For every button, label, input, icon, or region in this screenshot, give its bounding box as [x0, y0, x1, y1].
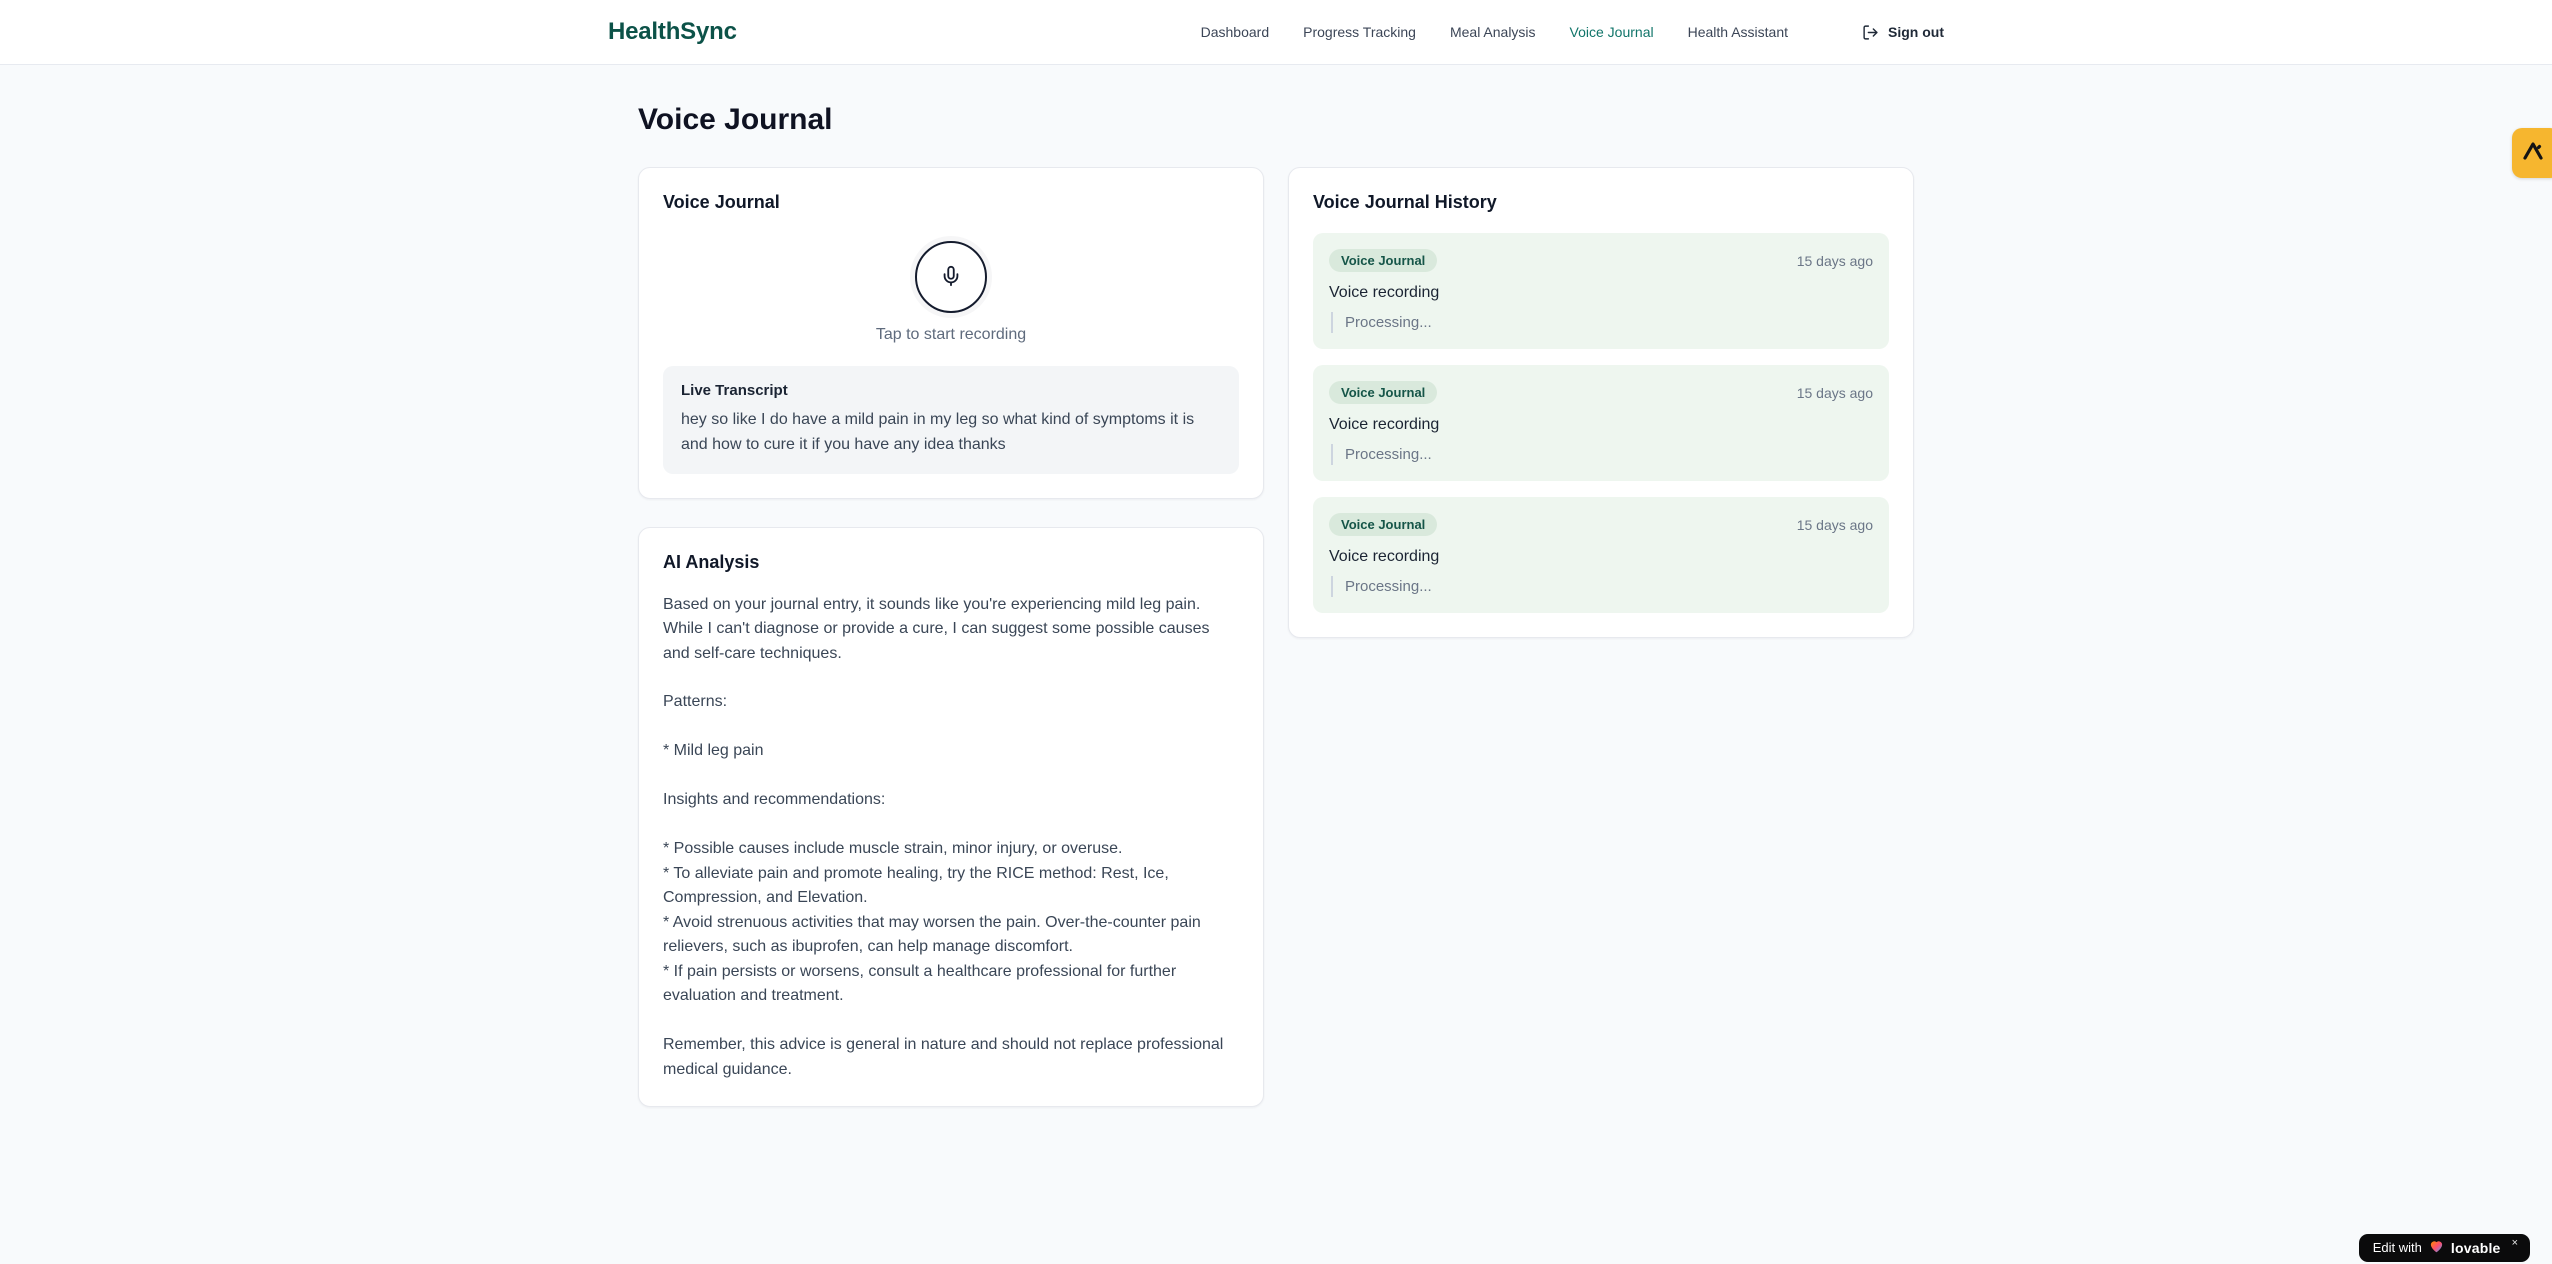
main-content: Voice Journal Voice Journal Tap to start…	[638, 65, 1914, 1107]
nav-item-meal-analysis[interactable]: Meal Analysis	[1450, 24, 1536, 40]
page-title: Voice Journal	[638, 103, 833, 136]
microphone-icon	[940, 265, 962, 290]
history-card-title: Voice Journal History	[1313, 192, 1497, 212]
record-button[interactable]	[915, 241, 987, 313]
main-nav: Dashboard Progress Tracking Meal Analysi…	[1201, 24, 1944, 41]
right-column: Voice Journal History Voice Journal 15 d…	[1288, 167, 1914, 638]
recorder-card-title: Voice Journal	[663, 192, 780, 212]
lovable-heart-icon	[2429, 1239, 2444, 1256]
live-transcript-text: hey so like I do have a mild pain in my …	[681, 411, 1195, 453]
entry-status: Processing...	[1331, 312, 1873, 333]
ai-analysis-body: Based on your journal entry, it sounds l…	[663, 595, 1224, 1078]
voice-recorder-card: Voice Journal Tap to start recording Liv…	[638, 167, 1264, 499]
entry-type-badge: Voice Journal	[1329, 381, 1438, 404]
sign-out-button[interactable]: Sign out	[1862, 24, 1944, 41]
entry-timestamp: 15 days ago	[1796, 384, 1873, 401]
voice-journal-history-card: Voice Journal History Voice Journal 15 d…	[1288, 167, 1914, 638]
lovable-select-tab[interactable]	[2512, 128, 2552, 178]
entry-label: Voice recording	[1329, 416, 1440, 433]
history-entry[interactable]: Voice Journal 15 days ago Voice recordin…	[1313, 233, 1889, 349]
live-transcript-title: Live Transcript	[681, 382, 788, 399]
log-out-icon	[1862, 24, 1879, 41]
entry-type-badge: Voice Journal	[1329, 249, 1438, 272]
lovable-tab-icon	[2521, 139, 2545, 168]
entry-label: Voice recording	[1329, 284, 1440, 301]
nav-item-dashboard[interactable]: Dashboard	[1201, 24, 1270, 40]
edit-badge-prefix: Edit with	[2372, 1240, 2422, 1255]
entry-timestamp: 15 days ago	[1796, 252, 1873, 269]
edit-with-lovable-badge[interactable]: Edit with lovable ×	[2358, 1234, 2530, 1262]
nav-item-health-assistant[interactable]: Health Assistant	[1688, 24, 1788, 40]
entry-status: Processing...	[1331, 444, 1873, 465]
ai-analysis-title: AI Analysis	[663, 551, 760, 572]
sign-out-label: Sign out	[1888, 24, 1944, 40]
ai-analysis-card: AI Analysis Based on your journal entry,…	[638, 526, 1264, 1107]
tap-to-record-hint: Tap to start recording	[875, 326, 1027, 343]
recorder-area: Tap to start recording	[663, 233, 1239, 344]
nav-item-voice-journal[interactable]: Voice Journal	[1570, 24, 1654, 40]
close-icon[interactable]: ×	[2512, 1238, 2518, 1249]
entry-timestamp: 15 days ago	[1796, 516, 1873, 533]
history-entry[interactable]: Voice Journal 15 days ago Voice recordin…	[1313, 497, 1889, 613]
top-navbar: HealthSync Dashboard Progress Tracking M…	[0, 0, 2552, 65]
history-entry[interactable]: Voice Journal 15 days ago Voice recordin…	[1313, 365, 1889, 481]
live-transcript-box: Live Transcript hey so like I do have a …	[663, 366, 1239, 474]
entry-type-badge: Voice Journal	[1329, 513, 1438, 536]
left-column: Voice Journal Tap to start recording Liv…	[638, 167, 1264, 1107]
nav-item-progress-tracking[interactable]: Progress Tracking	[1303, 24, 1416, 40]
app-logo[interactable]: HealthSync	[608, 18, 737, 46]
entry-label: Voice recording	[1329, 548, 1440, 565]
entry-status: Processing...	[1331, 576, 1873, 597]
lovable-wordmark: lovable	[2450, 1239, 2501, 1256]
